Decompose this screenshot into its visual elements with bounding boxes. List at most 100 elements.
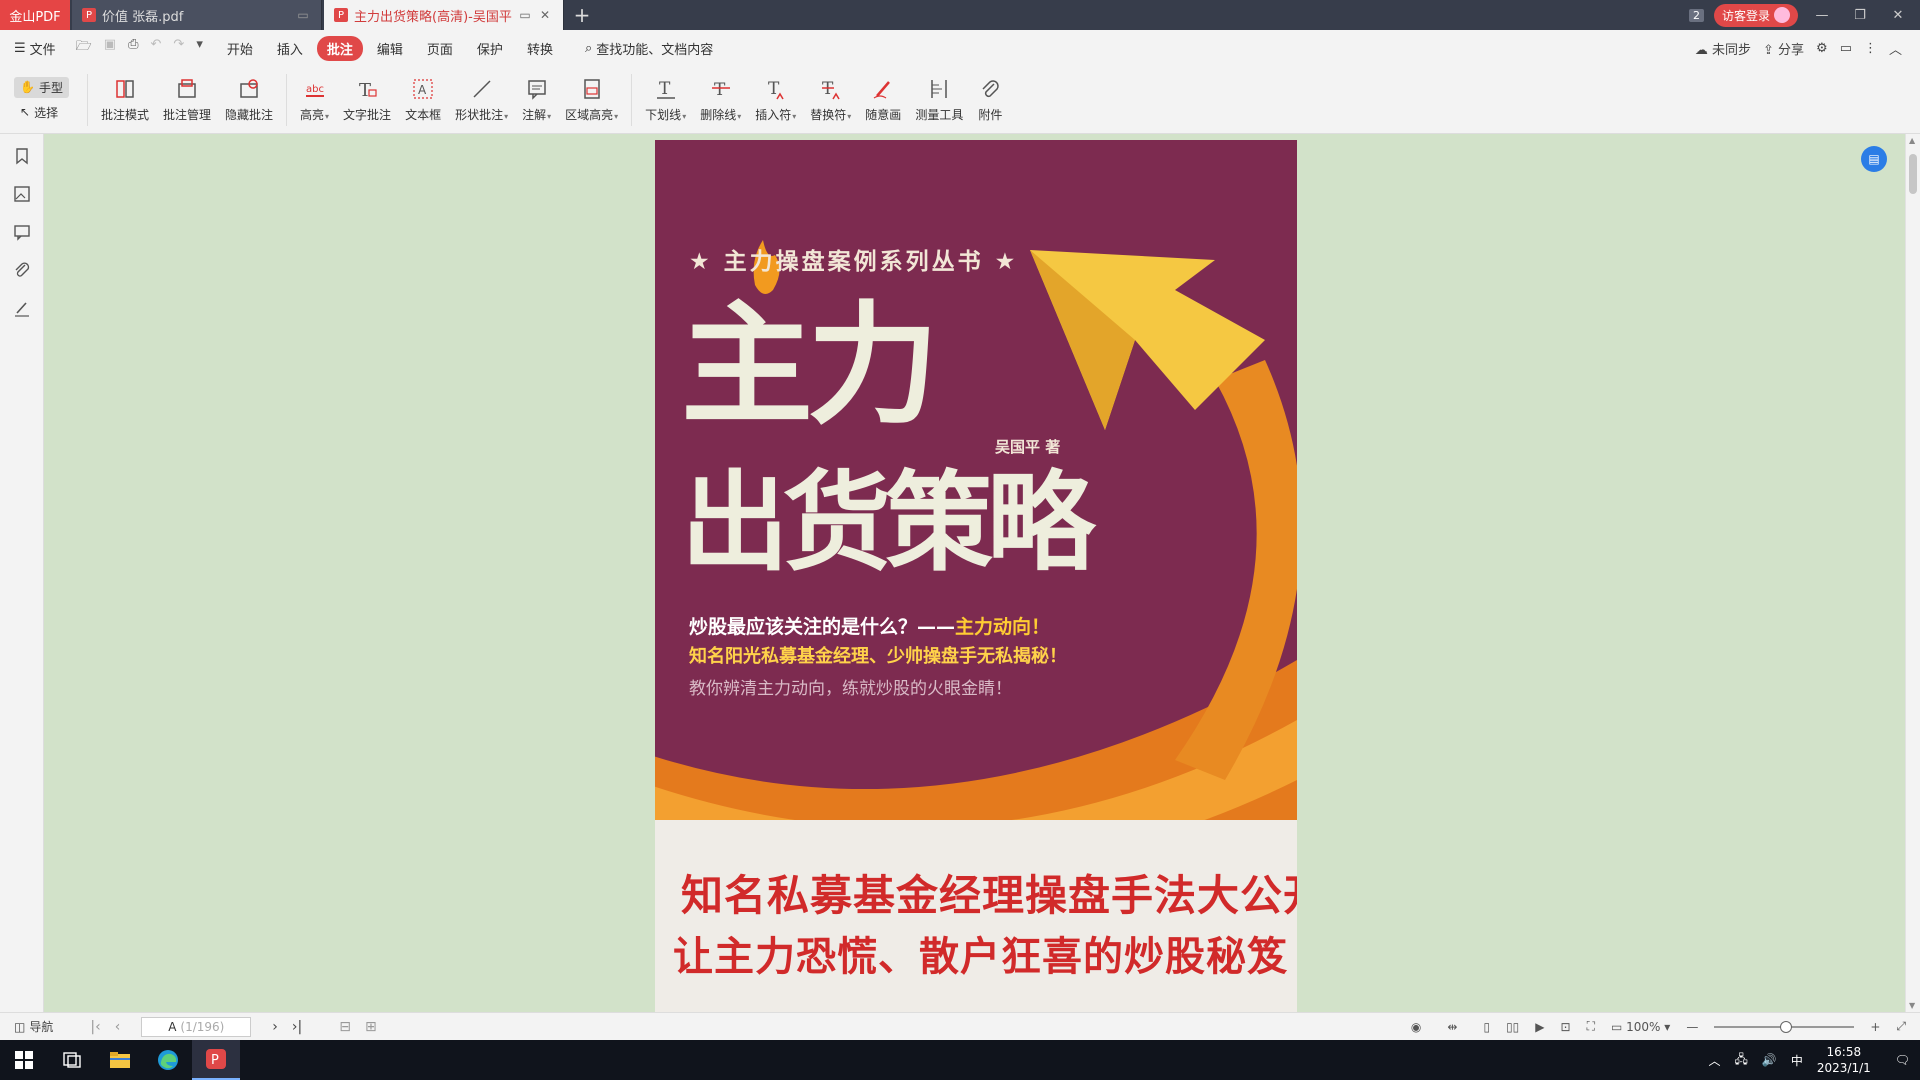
file-menu-label: 文件 xyxy=(29,42,56,58)
shape-annotation-button[interactable]: 形状批注▾ xyxy=(448,70,515,130)
network-icon[interactable]: 🖧 xyxy=(1735,1050,1748,1071)
close-window-icon[interactable]: ✕ xyxy=(1884,8,1912,23)
insert-caret-button[interactable]: T 插入符▾ xyxy=(748,70,803,130)
zoom-in-icon[interactable]: + xyxy=(1870,1020,1880,1034)
tray-chevron-up-icon[interactable]: ︿ xyxy=(1708,1052,1720,1069)
task-view-icon[interactable] xyxy=(48,1040,96,1080)
menu-convert[interactable]: 转换 xyxy=(517,36,563,61)
prev-page-icon[interactable]: ‹ xyxy=(115,1019,121,1035)
print-icon[interactable]: ⎙ xyxy=(128,37,138,59)
file-explorer-icon[interactable] xyxy=(96,1040,144,1080)
tab-close-icon[interactable]: ✕ xyxy=(537,7,553,23)
play-icon[interactable]: ▶ xyxy=(1535,1020,1544,1034)
edge-browser-icon[interactable] xyxy=(144,1040,192,1080)
text-annotation-button[interactable]: T 文字批注 xyxy=(336,70,398,130)
last-page-icon[interactable]: ›| xyxy=(292,1019,302,1035)
chevron-down-icon: ▾ xyxy=(1664,1019,1671,1034)
search-box[interactable]: ⌕ 查找功能、文档内容 xyxy=(585,39,713,58)
fit-page-icon[interactable]: ⛶ xyxy=(1587,1019,1595,1034)
underline-button[interactable]: T 下划线▾ xyxy=(638,70,693,130)
menu-annotate[interactable]: 批注 xyxy=(316,35,363,61)
collapse-ribbon-icon[interactable]: ︿ xyxy=(1889,39,1902,58)
tab-main-pdf[interactable]: P 主力出货策略(高清)-吴国平.pdf ▭ ✕ xyxy=(324,0,564,30)
notification-icon[interactable]: 🗨 xyxy=(1895,1053,1910,1067)
tab-pin-icon[interactable]: ▭ xyxy=(517,7,533,23)
menu-start[interactable]: 开始 xyxy=(217,36,263,61)
zoom-out-icon[interactable]: — xyxy=(1686,1020,1698,1034)
new-tab-button[interactable]: + xyxy=(564,0,600,30)
highlight-button[interactable]: abc 高亮▾ xyxy=(293,70,336,130)
fullscreen-icon[interactable]: ⤢ xyxy=(1896,1019,1906,1034)
attachment-list-icon[interactable] xyxy=(12,260,32,280)
menu-protect[interactable]: 保护 xyxy=(467,36,513,61)
ime-indicator[interactable]: 中 xyxy=(1791,1052,1803,1069)
vertical-scrollbar[interactable]: ▲ ▼ xyxy=(1905,134,1920,1012)
annotate-mode-button[interactable]: 批注模式 xyxy=(94,70,156,130)
area-highlight-button[interactable]: 区域高亮▾ xyxy=(558,70,625,130)
guest-login-button[interactable]: 访客登录 xyxy=(1713,3,1798,27)
document-viewport[interactable]: ★ 主力操盘案例系列丛书 ★ 主力 吴国平 著 出货策略 炒股最应该关注的是什么… xyxy=(45,134,1905,1012)
strikethrough-button[interactable]: T 删除线▾ xyxy=(693,70,748,130)
scrollbar-thumb[interactable] xyxy=(1909,154,1917,194)
select-tool-button[interactable]: ↖ 选择 xyxy=(14,102,69,123)
annotate-manage-button[interactable]: 批注管理 xyxy=(156,70,218,130)
measure-tool-button[interactable]: 测量工具 xyxy=(908,70,970,130)
single-page-icon[interactable]: ▯ xyxy=(1483,1020,1490,1034)
volume-icon[interactable]: 🔊 xyxy=(1762,1053,1777,1067)
scroll-up-icon[interactable]: ▲ xyxy=(1909,136,1915,145)
open-folder-icon[interactable]: 🗁 xyxy=(76,37,92,59)
window-count-badge[interactable]: 2 xyxy=(1688,8,1704,22)
attachment-button[interactable]: 附件 xyxy=(970,70,1010,130)
float-translate-icon[interactable]: ▤ xyxy=(1861,146,1887,172)
menu-page[interactable]: 页面 xyxy=(417,36,463,61)
zoom-slider[interactable] xyxy=(1714,1020,1855,1033)
back-view-icon[interactable]: ⊟ xyxy=(339,1019,351,1035)
hand-tool-button[interactable]: ✋ 手型 xyxy=(14,76,69,98)
textbox-button[interactable]: A 文本框 xyxy=(398,70,448,130)
menu-edit[interactable]: 编辑 xyxy=(367,36,413,61)
first-page-icon[interactable]: |‹ xyxy=(90,1019,100,1035)
kingsoft-pdf-taskbar-icon[interactable]: P xyxy=(192,1040,240,1080)
menu-insert[interactable]: 插入 xyxy=(267,36,313,61)
sync-button[interactable]: ☁ 未同步 xyxy=(1695,39,1751,58)
scroll-down-icon[interactable]: ▼ xyxy=(1909,1001,1915,1010)
signature-icon[interactable] xyxy=(12,298,32,318)
comment-list-icon[interactable] xyxy=(12,222,32,242)
note-button[interactable]: 注解▾ xyxy=(515,70,558,130)
zoom-select[interactable]: ▭ 100% ▾ xyxy=(1611,1020,1670,1034)
double-page-icon[interactable]: ▯▯ xyxy=(1506,1020,1519,1034)
tab-pin-icon[interactable]: ▭ xyxy=(295,7,311,23)
bookmark-icon[interactable] xyxy=(12,146,32,166)
chevron-down-icon[interactable]: ▾ xyxy=(196,37,203,59)
zoom-slider-knob[interactable] xyxy=(1780,1020,1793,1033)
hide-annotations-button[interactable]: 隐藏批注 xyxy=(218,70,280,130)
app-brand[interactable]: 金山PDF xyxy=(0,0,70,30)
thumbnail-icon[interactable] xyxy=(12,184,32,204)
restore-icon[interactable]: ❐ xyxy=(1846,8,1874,23)
eye-protect-icon[interactable]: ◉ xyxy=(1411,1020,1421,1034)
next-page-icon[interactable]: › xyxy=(272,1019,278,1035)
svg-text:A: A xyxy=(418,83,427,97)
settings-icon[interactable]: ⚙ xyxy=(1816,41,1828,56)
replace-button[interactable]: T 替换符▾ xyxy=(803,70,858,130)
share-button[interactable]: ⇪ 分享 xyxy=(1763,39,1804,58)
file-menu-button[interactable]: ☰ 文件 xyxy=(12,39,64,58)
more-icon[interactable]: ⋮ xyxy=(1864,41,1877,56)
system-clock[interactable]: 16:58 2023/1/1 xyxy=(1817,1044,1871,1076)
page-number-input[interactable]: A (1/196) xyxy=(141,1016,252,1037)
button-label: 形状批注 xyxy=(455,108,504,122)
actual-size-icon[interactable]: ⊡ xyxy=(1561,1020,1571,1034)
redo-icon[interactable]: ↷ xyxy=(173,37,184,59)
forward-view-icon[interactable]: ⊞ xyxy=(365,1019,377,1035)
windows-start-icon[interactable] xyxy=(0,1040,48,1080)
undo-icon[interactable]: ↶ xyxy=(151,37,162,59)
fit-width-icon[interactable]: ⇹ xyxy=(1447,1020,1457,1034)
freehand-button[interactable]: 随意画 xyxy=(858,70,908,130)
minimize-icon[interactable]: — xyxy=(1808,8,1836,23)
navigation-toggle[interactable]: ◫ 导航 xyxy=(14,1018,53,1035)
save-icon[interactable]: ▣ xyxy=(104,37,116,59)
tab-value-pdf[interactable]: P 价值 张磊.pdf ▭ xyxy=(72,0,322,30)
button-label: 批注管理 xyxy=(162,108,211,122)
button-label: 替换符 xyxy=(810,108,847,122)
comment-icon[interactable]: ▭ xyxy=(1840,41,1852,56)
